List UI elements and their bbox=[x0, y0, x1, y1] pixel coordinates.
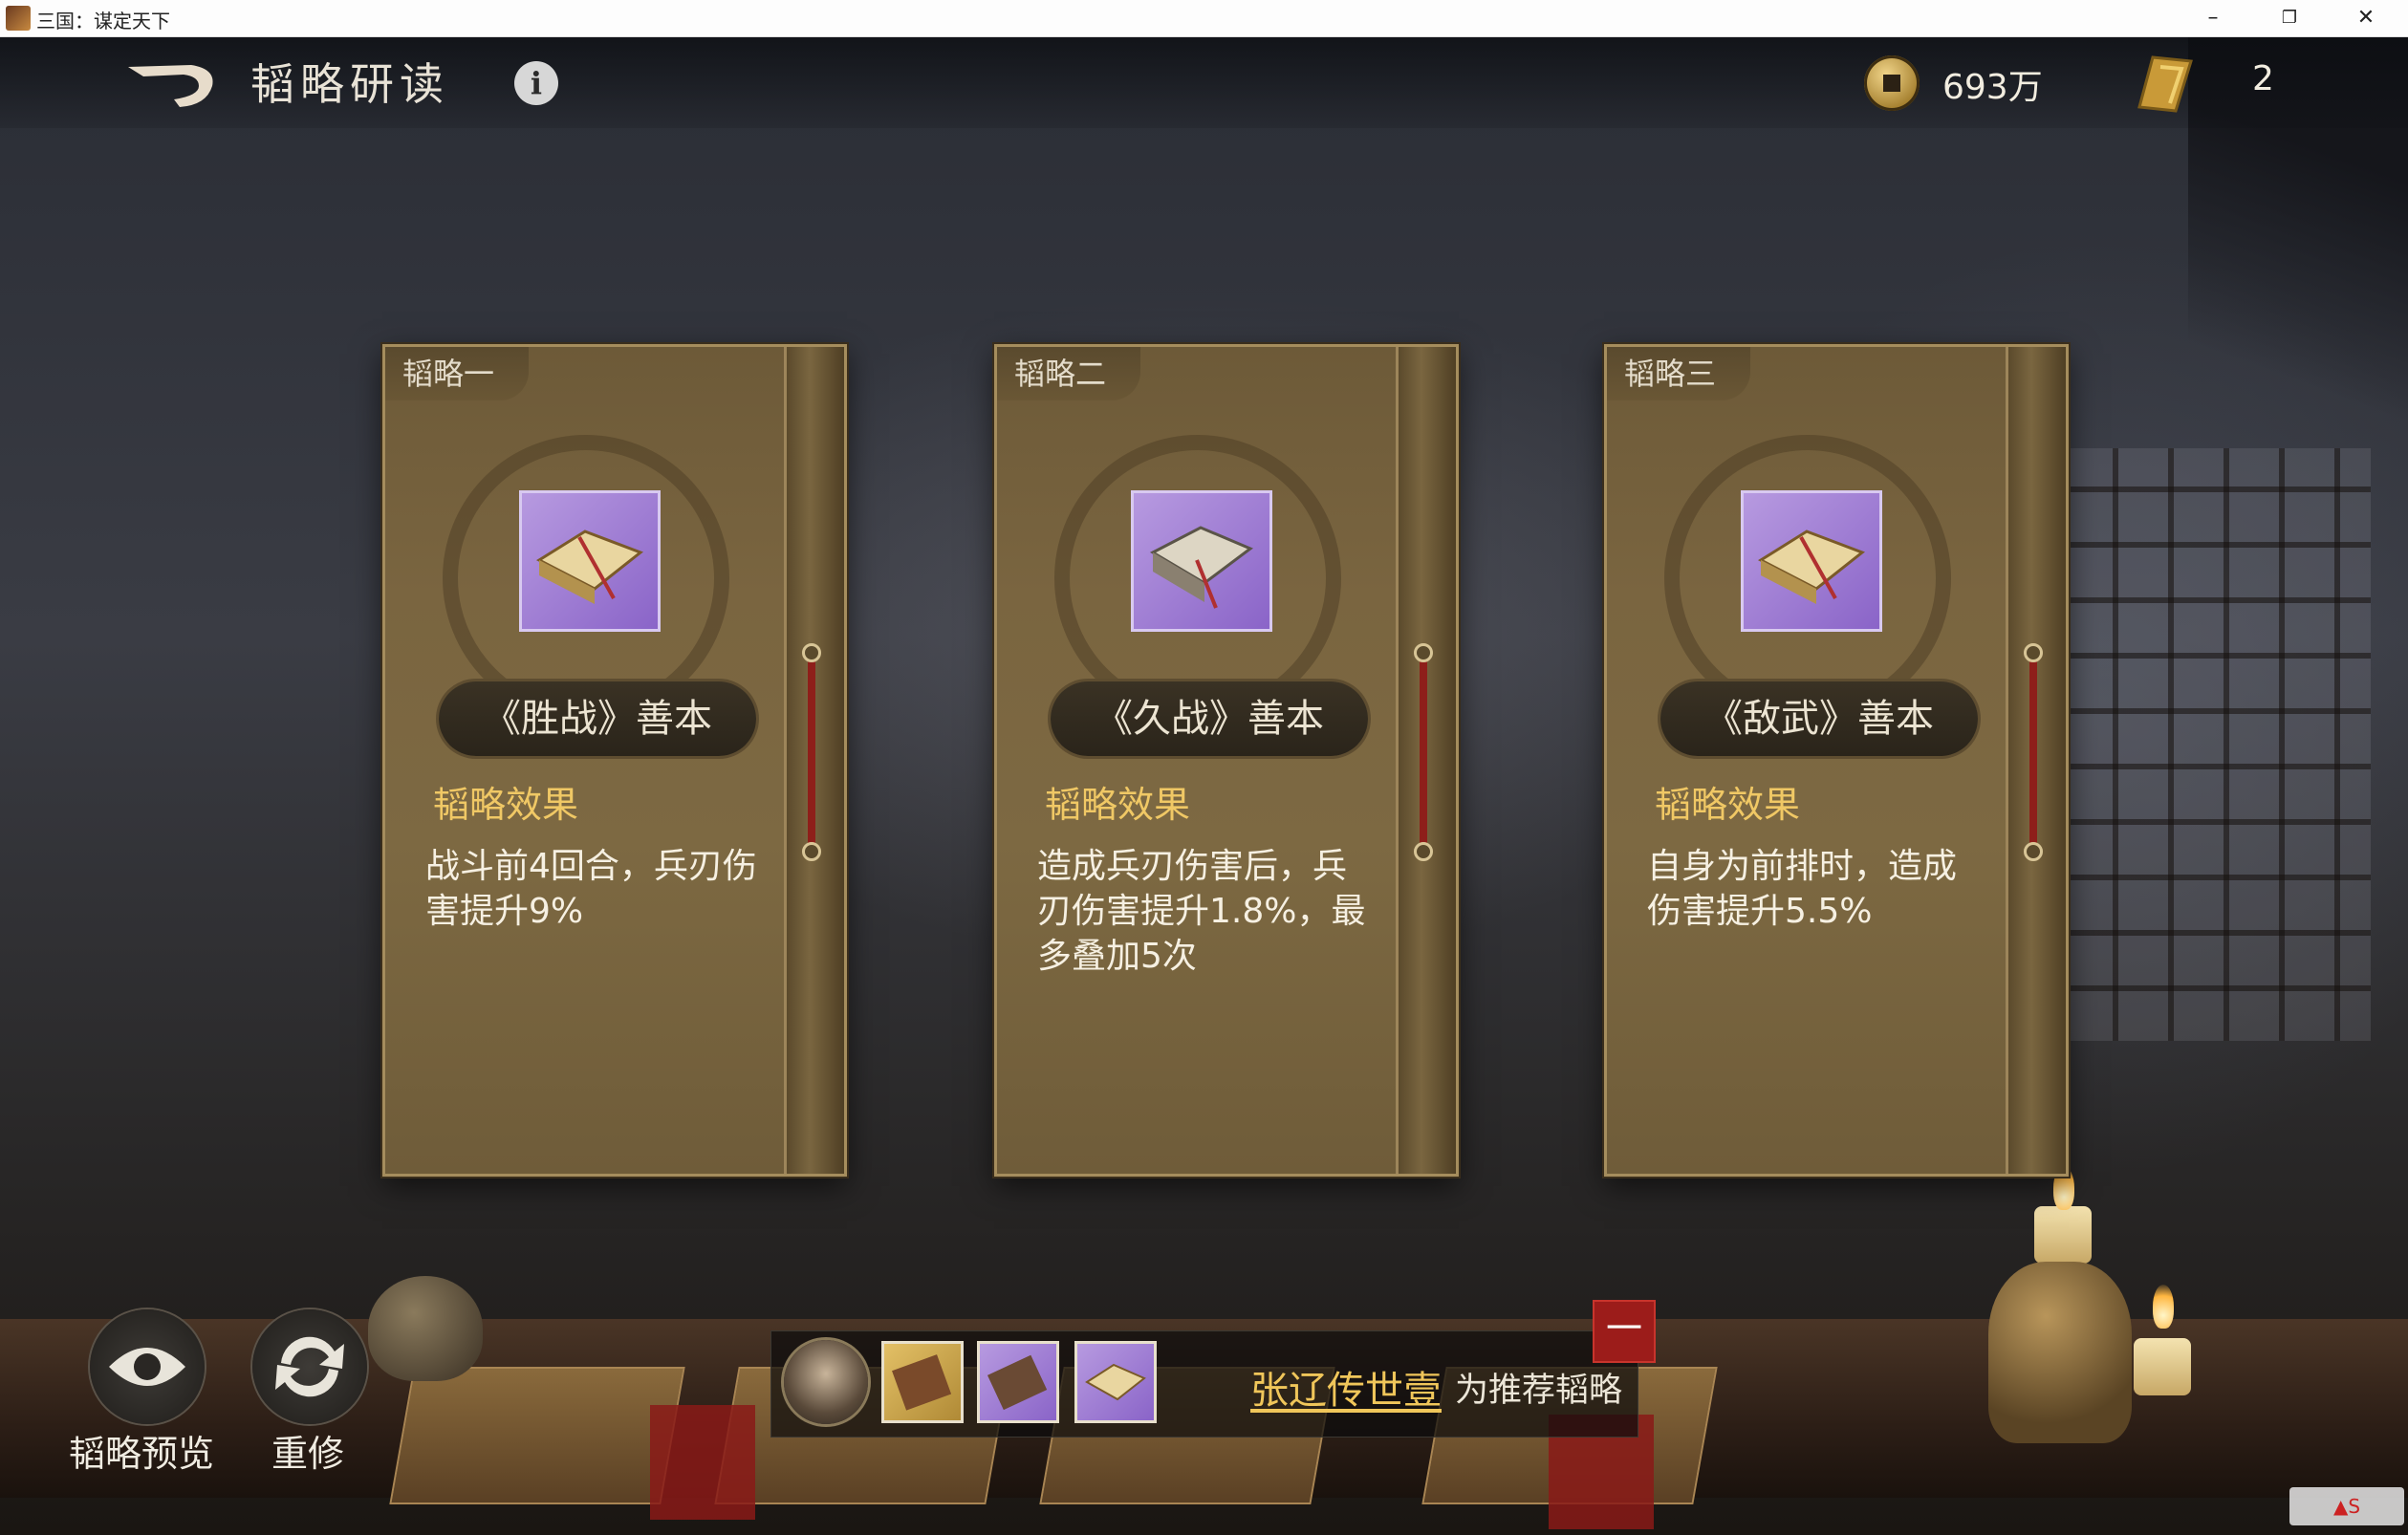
window-titlebar: 三国：谋定天下 – ❐ ✕ bbox=[0, 0, 2408, 37]
recommended-book-slot-2[interactable] bbox=[977, 1341, 1059, 1423]
red-slip bbox=[650, 1405, 755, 1520]
scroll-knob-top bbox=[1414, 643, 1433, 662]
reforge-label[interactable]: 重修 bbox=[271, 1424, 344, 1477]
recommended-hero-name[interactable]: 张辽传世壹 bbox=[1250, 1359, 1442, 1415]
effect-title: 韬略效果 bbox=[1045, 784, 1191, 826]
card-tab: 韬略二 bbox=[997, 347, 1140, 400]
recommended-book-slot-1[interactable] bbox=[881, 1341, 964, 1423]
effect-title: 韬略效果 bbox=[433, 784, 579, 826]
scroll-currency-value: 2 bbox=[2252, 59, 2274, 98]
strategy-card-2[interactable]: 韬略二 《久战》善本 韬略效果 造成兵刃伤害后，兵刃伤害提升1.8%，最多叠加5… bbox=[994, 344, 1459, 1177]
candle-holder-statue bbox=[1988, 1262, 2132, 1443]
card-tab: 韬略一 bbox=[385, 347, 529, 400]
candle-flame bbox=[2153, 1285, 2174, 1329]
candle bbox=[2034, 1206, 2092, 1264]
reforge-button[interactable] bbox=[252, 1309, 367, 1424]
strategy-name: 《久战》善本 bbox=[1051, 681, 1368, 756]
window-title: 三国：谋定天下 bbox=[36, 10, 170, 32]
hero-avatar[interactable] bbox=[784, 1340, 868, 1424]
effect-text: 造成兵刃伤害后，兵刃伤害提升1.8%，最多叠加5次 bbox=[1037, 847, 1366, 976]
system-tray-icons[interactable]: ▲S bbox=[2289, 1487, 2404, 1525]
card-scrollbar[interactable] bbox=[808, 651, 815, 852]
recommend-suffix: 为推荐韬略 bbox=[1455, 1372, 1623, 1410]
scroll-knob-bottom bbox=[2024, 842, 2043, 861]
recommend-tag[interactable]: 一 bbox=[1593, 1300, 1656, 1363]
info-icon[interactable]: i bbox=[514, 61, 558, 105]
minimize-button[interactable]: – bbox=[2184, 0, 2242, 36]
recommended-book-slot-3[interactable] bbox=[1074, 1341, 1157, 1423]
coin-icon bbox=[1864, 55, 1920, 111]
coin-value: 693万 bbox=[1942, 68, 2043, 107]
effect-text: 自身为前排时，造成伤害提升5.5% bbox=[1647, 847, 1958, 931]
book-icon bbox=[1085, 1363, 1146, 1401]
candle bbox=[2134, 1338, 2191, 1395]
card-scrollbar[interactable] bbox=[2029, 651, 2037, 852]
card-scrollbar[interactable] bbox=[1420, 651, 1427, 852]
effect-text: 战斗前4回合，兵刃伤害提升9% bbox=[425, 847, 757, 931]
page-title: 韬略研读 bbox=[250, 58, 449, 110]
preview-label[interactable]: 韬略预览 bbox=[69, 1424, 214, 1477]
scroll-knob-bottom bbox=[802, 842, 821, 861]
scroll-currency-icon bbox=[2132, 54, 2199, 117]
strategy-name: 《敌武》善本 bbox=[1660, 681, 1978, 756]
app-icon bbox=[6, 6, 31, 31]
scroll-knob-top bbox=[802, 643, 821, 662]
book-icon bbox=[987, 1354, 1048, 1411]
card-tab: 韬略三 bbox=[1607, 347, 1750, 400]
book-icon[interactable] bbox=[1741, 490, 1882, 632]
book-icon bbox=[892, 1354, 952, 1411]
strategy-card-3[interactable]: 韬略三 《敌武》善本 韬略效果 自身为前排时，造成伤害提升5.5% bbox=[1604, 344, 2069, 1177]
strategy-name: 《胜战》善本 bbox=[439, 681, 756, 756]
close-button[interactable]: ✕ bbox=[2337, 0, 2395, 36]
book-icon[interactable] bbox=[519, 490, 661, 632]
scroll-knob-bottom bbox=[1414, 842, 1433, 861]
refresh-icon bbox=[275, 1336, 344, 1397]
book-icon[interactable] bbox=[1131, 490, 1272, 632]
restore-button[interactable]: ❐ bbox=[2261, 0, 2318, 36]
effect-title: 韬略效果 bbox=[1655, 784, 1801, 826]
preview-button[interactable] bbox=[90, 1309, 205, 1424]
back-icon[interactable] bbox=[124, 55, 220, 113]
eye-icon bbox=[109, 1348, 185, 1386]
scroll-knob-top bbox=[2024, 643, 2043, 662]
strategy-card-1[interactable]: 韬略一 《胜战》善本 韬略效果 战斗前4回合，兵刃伤害提升9% bbox=[382, 344, 847, 1177]
incense-burner bbox=[368, 1276, 483, 1381]
desk-book bbox=[389, 1367, 685, 1504]
